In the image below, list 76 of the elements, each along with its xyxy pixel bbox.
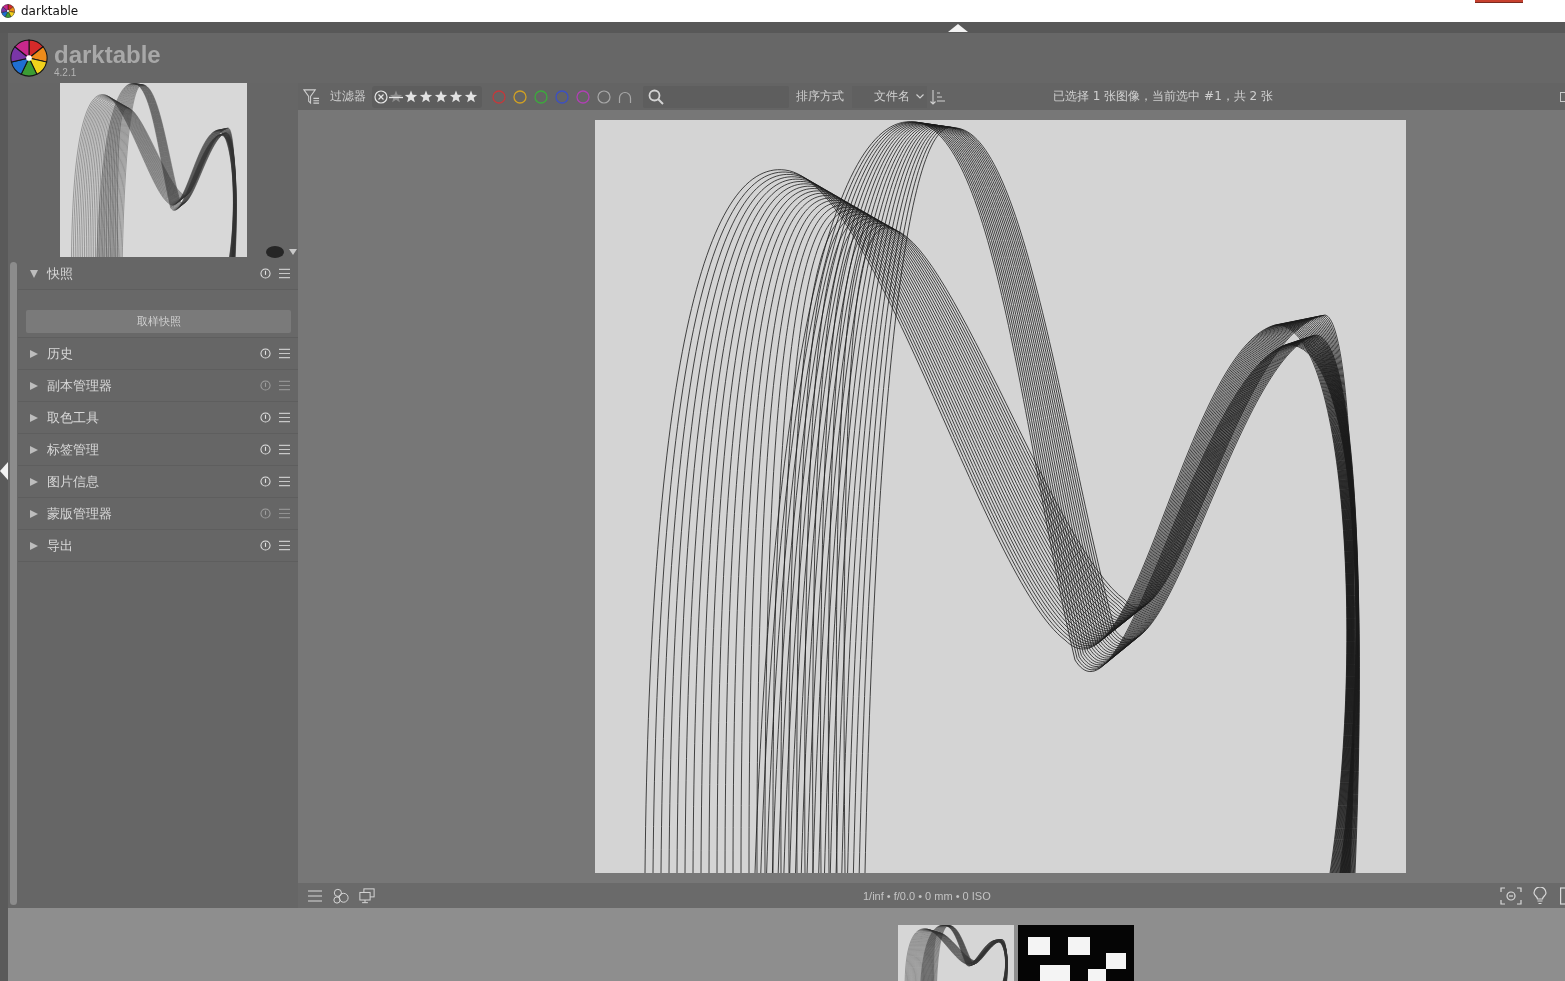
expand-triangle-icon[interactable]: [30, 349, 38, 358]
menu-icon[interactable]: [279, 268, 290, 279]
color-label-icon[interactable]: [492, 89, 506, 104]
caret-icon[interactable]: [289, 249, 297, 255]
image-thumbnail[interactable]: [1018, 925, 1134, 981]
selection-status: 已选择 1 张图像，当前选中 #1，共 2 张: [1053, 88, 1274, 105]
sort-dropdown[interactable]: 文件名: [852, 85, 927, 108]
expand-triangle-icon[interactable]: [30, 269, 38, 278]
left-triangle-icon[interactable]: [0, 462, 8, 480]
window-title: darktable: [21, 4, 79, 18]
sort-order-icon[interactable]: [930, 88, 946, 105]
menu-icon[interactable]: [279, 380, 290, 391]
star-icon[interactable]: [434, 89, 448, 104]
crossed-star-icon[interactable]: [389, 89, 403, 104]
circle-x-icon[interactable]: [374, 89, 388, 104]
power-icon[interactable]: [260, 268, 271, 279]
focus-frame-icon[interactable]: [1500, 886, 1522, 905]
version-label: 4.2.1: [54, 66, 78, 78]
power-icon[interactable]: [260, 380, 271, 391]
snapshot-button[interactable]: 取样快照: [26, 310, 291, 333]
menu-icon[interactable]: [279, 476, 290, 487]
close-button[interactable]: [1475, 0, 1523, 3]
sort-label: 排序方式: [796, 88, 844, 105]
search-icon[interactable]: [648, 88, 664, 105]
chevron-down-icon[interactable]: [916, 94, 924, 99]
star-icon[interactable]: [419, 89, 433, 104]
module-title[interactable]: 导出: [47, 536, 73, 555]
search-field[interactable]: [643, 85, 789, 108]
circle-icon[interactable]: [597, 89, 611, 104]
star-icon[interactable]: [464, 89, 478, 104]
module-title[interactable]: 取色工具: [47, 408, 99, 427]
circles-icon[interactable]: [333, 887, 349, 904]
module-title[interactable]: 标签管理: [47, 440, 99, 459]
arc-icon[interactable]: [618, 89, 632, 104]
menu-icon[interactable]: [279, 412, 290, 423]
power-icon[interactable]: [260, 540, 271, 551]
power-icon[interactable]: [260, 508, 271, 519]
oval-icon[interactable]: [265, 246, 285, 258]
module-title[interactable]: 副本管理器: [47, 376, 112, 395]
color-label-icon[interactable]: [576, 89, 590, 104]
power-icon[interactable]: [260, 476, 271, 487]
power-icon[interactable]: [260, 444, 271, 455]
sort-value[interactable]: 文件名: [874, 88, 910, 105]
expand-triangle-icon[interactable]: [30, 445, 38, 454]
filter-label: 过滤器: [330, 88, 366, 105]
up-triangle-icon[interactable]: [948, 24, 968, 32]
expand-triangle-icon[interactable]: [30, 381, 38, 390]
filter-icon[interactable]: [303, 88, 320, 105]
color-label-icon[interactable]: [555, 89, 569, 104]
module-title[interactable]: 蒙版管理器: [47, 504, 112, 523]
image-thumbnail[interactable]: [898, 925, 1014, 981]
aperture-logo-icon: [10, 39, 48, 77]
star-icon[interactable]: [404, 89, 418, 104]
scrollbar[interactable]: [10, 262, 17, 905]
power-icon[interactable]: [260, 412, 271, 423]
expand-triangle-icon[interactable]: [30, 477, 38, 486]
menu-icon[interactable]: [279, 540, 290, 551]
image-info: 1/inf • f/0.0 • 0 mm • 0 ISO: [863, 889, 991, 902]
expand-triangle-icon[interactable]: [30, 413, 38, 422]
monitors-icon[interactable]: [359, 887, 375, 904]
app-name: darktable: [54, 42, 161, 67]
expand-triangle-icon[interactable]: [30, 541, 38, 550]
rating-filter[interactable]: [372, 85, 482, 108]
color-label-icon[interactable]: [534, 89, 548, 104]
menu-icon[interactable]: [279, 444, 290, 455]
lightbulb-icon[interactable]: [1533, 886, 1547, 905]
module-title[interactable]: 快照: [47, 264, 73, 283]
menu-icon[interactable]: [307, 887, 323, 904]
menu-icon[interactable]: [279, 508, 290, 519]
module-title[interactable]: 图片信息: [47, 472, 99, 491]
power-icon[interactable]: [260, 348, 271, 359]
star-icon[interactable]: [449, 89, 463, 104]
menu-icon[interactable]: [279, 348, 290, 359]
color-label-icon[interactable]: [513, 89, 527, 104]
expand-triangle-icon[interactable]: [30, 509, 38, 518]
module-title[interactable]: 历史: [47, 344, 73, 363]
